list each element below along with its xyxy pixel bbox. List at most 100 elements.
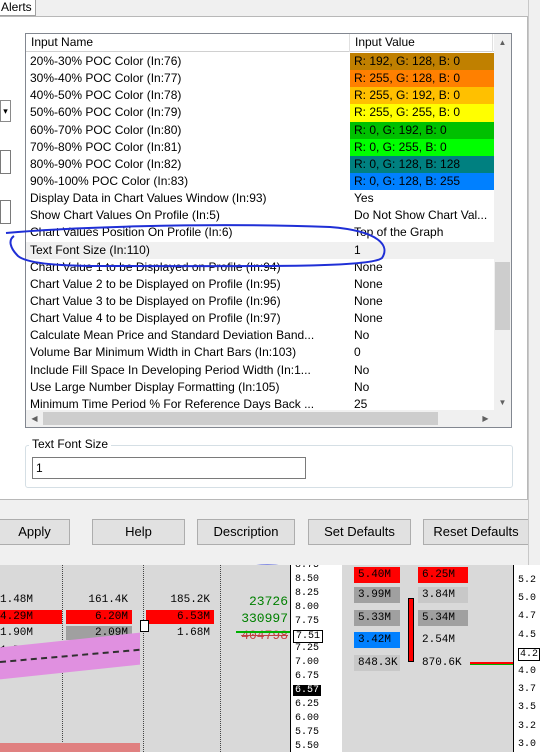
color-swatch-cell[interactable]: R: 255, G: 255, B: 0: [350, 104, 495, 122]
axis-tick-label: 7.51: [293, 629, 324, 643]
color-swatch-cell[interactable]: R: 0, G: 255, B: 0: [350, 138, 495, 156]
side-input-field[interactable]: [0, 150, 11, 174]
input-name-cell[interactable]: Chart Value 2 to be Displayed on Profile…: [26, 276, 350, 293]
grid-row[interactable]: 30%-40% POC Color (In:77) R: 255, G: 128,…: [26, 70, 495, 88]
input-value-cell[interactable]: Top of the Graph: [350, 224, 495, 241]
grid-row[interactable]: 50%-60% POC Color (In:79) R: 255, G: 255,…: [26, 104, 495, 122]
vertical-scroll-thumb[interactable]: [495, 262, 510, 330]
tab-alerts[interactable]: Alerts: [0, 0, 36, 16]
grid-row[interactable]: 60%-70% POC Color (In:80) R: 0, G: 192, B…: [26, 121, 495, 139]
axis-tick-label: 5.2: [518, 575, 537, 586]
grid-row[interactable]: Include Fill Space In Developing Period …: [26, 362, 495, 379]
scroll-up-icon[interactable]: ▲: [494, 34, 511, 51]
volume-cell: 1.48M: [0, 594, 34, 606]
input-value-cell[interactable]: No: [350, 362, 495, 379]
side-input-field[interactable]: [0, 200, 11, 224]
input-name-cell[interactable]: Show Chart Values On Profile (In:5): [26, 207, 350, 224]
text-font-size-input[interactable]: 1: [32, 457, 306, 479]
input-name-cell[interactable]: Text Font Size (In:110): [26, 242, 350, 259]
input-name-cell[interactable]: Chart Value 1 to be Displayed on Profile…: [26, 259, 350, 276]
input-name-cell[interactable]: 50%-60% POC Color (In:79): [26, 104, 350, 121]
input-value-cell[interactable]: None: [350, 276, 495, 293]
chart-area[interactable]: 1.48M 161.4K 185.2K 4.29M 6.20M 6.53M 1.90M 2.0…: [0, 565, 540, 752]
grid-row[interactable]: 80%-90% POC Color (In:82) R: 0, G: 128, B…: [26, 155, 495, 173]
scroll-down-icon[interactable]: ▼: [494, 394, 511, 411]
input-value-cell[interactable]: No: [350, 327, 495, 344]
grid-row[interactable]: 20%-30% POC Color (In:76) R: 192, G: 128,…: [26, 53, 495, 71]
vertical-scrollbar[interactable]: ▲ ▼: [494, 34, 511, 411]
volume-profile-pane[interactable]: 1.48M 161.4K 185.2K 4.29M 6.20M 6.53M 1.90M 2.0…: [0, 565, 292, 752]
input-name-cell[interactable]: 30%-40% POC Color (In:77): [26, 70, 350, 87]
axis-tick-label: 6.25: [295, 699, 320, 710]
price-axis[interactable]: 8.75 8.50 8.25 8.00 7.75 7.51 7.25 7.00 6.75 6.57…: [290, 565, 342, 752]
input-value-cell[interactable]: 0: [350, 344, 495, 361]
set-defaults-button[interactable]: Set Defaults: [308, 519, 411, 545]
volume-cell: 870.6K: [422, 657, 462, 669]
input-name-cell[interactable]: 20%-30% POC Color (In:76): [26, 53, 350, 70]
horizontal-scrollbar[interactable]: ◀ ▶: [26, 410, 511, 427]
input-name-cell[interactable]: 90%-100% POC Color (In:83): [26, 173, 350, 190]
grid-row[interactable]: Display Data in Chart Values Window (In:…: [26, 190, 495, 207]
grid-row[interactable]: 70%-80% POC Color (In:81) R: 0, G: 255, B…: [26, 138, 495, 156]
chevron-down-icon[interactable]: ▾: [0, 100, 11, 122]
column-header-input-value[interactable]: Input Value: [350, 34, 493, 52]
axis-tick-label: 8.75: [295, 565, 320, 571]
input-value-cell[interactable]: Do Not Show Chart Val...: [350, 207, 495, 224]
input-name-cell[interactable]: Use Large Number Display Formatting (In:…: [26, 379, 350, 396]
grid-row[interactable]: Chart Value 4 to be Displayed on Profile…: [26, 310, 495, 327]
input-value-cell[interactable]: 1: [350, 241, 495, 259]
input-value-cell[interactable]: Yes: [350, 190, 495, 207]
grid-row[interactable]: 40%-50% POC Color (In:78) R: 255, G: 192,…: [26, 87, 495, 105]
input-value-cell[interactable]: None: [350, 259, 495, 276]
scroll-right-icon[interactable]: ▶: [477, 410, 494, 427]
volume-cell: 3.84M: [418, 587, 468, 603]
help-button[interactable]: Help: [92, 519, 185, 545]
input-name-cell[interactable]: Include Fill Space In Developing Period …: [26, 362, 350, 379]
input-name-cell[interactable]: Display Data in Chart Values Window (In:…: [26, 190, 350, 207]
color-swatch-cell[interactable]: R: 255, G: 192, B: 0: [350, 87, 495, 105]
volume-cell: 6.53M: [146, 610, 214, 624]
grid-row[interactable]: Chart Value 3 to be Displayed on Profile…: [26, 293, 495, 310]
axis-tick-label: 6.75: [295, 671, 320, 683]
grid-row[interactable]: Chart Value 2 to be Displayed on Profile…: [26, 276, 495, 293]
grid-row[interactable]: Text Font Size (In:110) 1: [26, 241, 495, 259]
grid-row[interactable]: Use Large Number Display Formatting (In:…: [26, 379, 495, 396]
grid-rows: 20%-30% POC Color (In:76) R: 192, G: 128,…: [26, 53, 495, 413]
grid-row[interactable]: Show Chart Values On Profile (In:5) Do No…: [26, 207, 495, 224]
color-swatch-cell[interactable]: R: 192, G: 128, B: 0: [350, 53, 495, 71]
grid-row[interactable]: Chart Value 1 to be Displayed on Profile…: [26, 259, 495, 276]
input-name-cell[interactable]: 70%-80% POC Color (In:81): [26, 139, 350, 156]
grid-row[interactable]: Volume Bar Minimum Width in Chart Bars (…: [26, 344, 495, 361]
axis-tick-label: 3.0: [518, 738, 537, 750]
input-value-cell[interactable]: No: [350, 379, 495, 396]
column-header-input-name[interactable]: Input Name: [26, 34, 350, 52]
price-axis-right[interactable]: 5.2 5.0 4.7 4.5 4.2 4.0 3.7 3.5 3.2 3.0: [513, 565, 540, 752]
volume-cell: 848.3K: [354, 655, 400, 671]
grid-row[interactable]: Chart Values Position On Profile (In:6) T…: [26, 224, 495, 241]
apply-button[interactable]: Apply: [0, 519, 70, 545]
input-value-cell[interactable]: None: [350, 293, 495, 310]
poc-line: [236, 631, 292, 633]
color-swatch-cell[interactable]: R: 0, G: 128, B: 255: [350, 172, 495, 191]
grid-row[interactable]: 90%-100% POC Color (In:83) R: 0, G: 128, …: [26, 172, 495, 191]
profile-value: 404798: [241, 628, 288, 643]
reset-defaults-button[interactable]: Reset Defaults: [423, 519, 529, 545]
color-swatch-cell[interactable]: R: 255, G: 128, B: 0: [350, 70, 495, 88]
color-swatch-cell[interactable]: R: 0, G: 192, B: 0: [350, 121, 495, 139]
horizontal-scroll-thumb[interactable]: [43, 412, 438, 425]
input-name-cell[interactable]: Chart Values Position On Profile (In:6): [26, 224, 350, 241]
input-name-cell[interactable]: 60%-70% POC Color (In:80): [26, 122, 350, 139]
color-swatch-cell[interactable]: R: 0, G: 128, B: 128: [350, 155, 495, 173]
axis-tick-label: 8.50: [295, 573, 320, 585]
input-name-cell[interactable]: Volume Bar Minimum Width in Chart Bars (…: [26, 344, 350, 361]
input-name-cell[interactable]: Calculate Mean Price and Standard Deviat…: [26, 327, 350, 344]
input-value-cell[interactable]: None: [350, 310, 495, 327]
input-name-cell[interactable]: 80%-90% POC Color (In:82): [26, 156, 350, 173]
description-button[interactable]: Description: [197, 519, 295, 545]
input-name-cell[interactable]: 40%-50% POC Color (In:78): [26, 87, 350, 104]
input-name-cell[interactable]: Chart Value 4 to be Displayed on Profile…: [26, 310, 350, 327]
scroll-left-icon[interactable]: ◀: [26, 410, 43, 427]
right-profile-pane[interactable]: 5.40M 6.25M 3.99M 3.84M 5.33M 5.34M 3.42M 2.54M…: [342, 565, 513, 752]
input-name-cell[interactable]: Chart Value 3 to be Displayed on Profile…: [26, 293, 350, 310]
grid-row[interactable]: Calculate Mean Price and Standard Deviat…: [26, 327, 495, 344]
